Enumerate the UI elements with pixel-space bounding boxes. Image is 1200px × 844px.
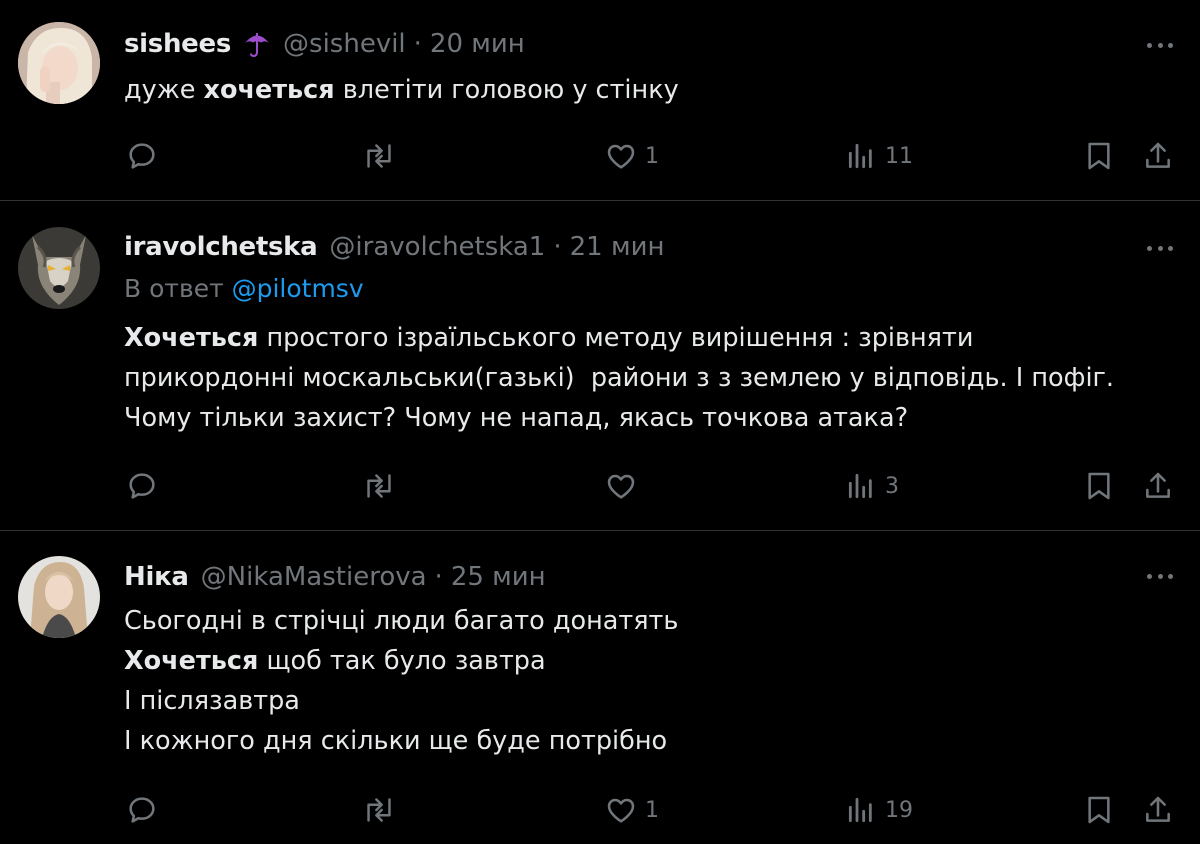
tweet-header: sishees @sishevil · 20 мин (124, 24, 525, 64)
reply-prefix: В ответ (124, 274, 232, 303)
reply-icon (129, 797, 155, 823)
tweet-text: дуже хочеться влетіти головою у стінку (124, 70, 679, 110)
reply-context: В ответ @pilotmsv (124, 274, 364, 303)
reply-button[interactable] (126, 464, 158, 508)
heart-icon (607, 474, 635, 499)
tweet-text: Хочеться простого ізраїльського методу в… (124, 318, 1114, 438)
like-button[interactable]: 1 (605, 134, 659, 178)
timestamp[interactable]: 20 мин (430, 29, 525, 59)
tweet-text-line: І кожного дня скільки ще буде потрібно (124, 721, 678, 761)
repost-icon (367, 798, 391, 822)
action-bar: 3 (0, 464, 1200, 508)
tweet-text: Сьогодні в стрічці люди багато донатять … (124, 601, 678, 761)
reply-icon (129, 143, 155, 169)
tweet[interactable]: iravolchetska @iravolchetska1 · 21 мин В… (0, 201, 1200, 530)
more-icon[interactable] (1142, 561, 1178, 591)
repost-button[interactable] (362, 464, 396, 508)
tweet[interactable]: Ніка @NikaMastierova · 25 мин Сьогодні в… (0, 531, 1200, 844)
tweet-header: Ніка @NikaMastierova · 25 мин (124, 557, 546, 597)
avatar[interactable] (18, 556, 100, 638)
action-bar: 1 19 (0, 788, 1200, 832)
text-part-bold: Хочеться (124, 323, 259, 353)
views-icon (848, 143, 872, 169)
user-handle[interactable]: @sishevil (283, 29, 406, 59)
like-button[interactable]: 1 (605, 788, 659, 832)
umbrella-icon (243, 30, 271, 58)
heart-icon (607, 144, 635, 169)
tweet-text-line: Хочеться простого ізраїльського методу в… (124, 318, 1114, 358)
bookmark-icon (1088, 796, 1110, 824)
like-count: 1 (645, 143, 659, 169)
user-handle[interactable]: @NikaMastierova (201, 562, 427, 592)
text-part: І кожного дня скільки ще буде потрібно (124, 726, 668, 756)
text-part: І післязавтра (124, 686, 300, 716)
views-icon (848, 797, 872, 823)
views-button[interactable]: 3 (845, 464, 899, 508)
text-part-bold: хочеться (203, 75, 335, 105)
bookmark-icon (1088, 472, 1110, 500)
timestamp[interactable]: 25 мин (451, 562, 546, 592)
reply-button[interactable] (126, 788, 158, 832)
tweet-text-line: І післязавтра (124, 681, 678, 721)
views-count: 11 (885, 143, 913, 169)
views-icon (848, 473, 872, 499)
text-part: щоб так було завтра (258, 646, 546, 676)
share-button[interactable] (1142, 464, 1174, 508)
text-part: Чому тільки захист? Чому не напад, якась… (124, 403, 909, 433)
share-icon (1146, 796, 1170, 822)
share-button[interactable] (1142, 788, 1174, 832)
tweet[interactable]: sishees @sishevil · 20 мин дуже хочеться… (0, 0, 1200, 200)
more-icon[interactable] (1142, 233, 1178, 263)
tweet-text-line: прикордонні москальськи(газькі) райони з… (124, 358, 1114, 398)
more-icon[interactable] (1142, 30, 1178, 60)
text-part: прикордонні москальськи(газькі) райони з… (124, 363, 1115, 393)
views-button[interactable]: 11 (845, 134, 913, 178)
separator-dot: · (553, 232, 562, 262)
views-count: 3 (885, 473, 899, 499)
tweet-text-line: Хочеться щоб так було завтра (124, 641, 678, 681)
bookmark-button[interactable] (1084, 464, 1114, 508)
share-button[interactable] (1142, 134, 1174, 178)
avatar[interactable] (18, 22, 100, 104)
user-handle[interactable]: @iravolchetska1 (329, 232, 545, 262)
display-name[interactable]: Ніка (124, 562, 189, 592)
share-icon (1146, 142, 1170, 168)
display-name[interactable]: sishees (124, 29, 231, 59)
views-count: 19 (885, 797, 913, 823)
timestamp[interactable]: 21 мин (570, 232, 665, 262)
action-bar: 1 11 (0, 134, 1200, 178)
repost-button[interactable] (362, 788, 396, 832)
like-button[interactable] (605, 464, 645, 508)
avatar[interactable] (18, 227, 100, 309)
bookmark-button[interactable] (1084, 788, 1114, 832)
repost-button[interactable] (362, 134, 396, 178)
views-button[interactable]: 19 (845, 788, 913, 832)
reply-mention-link[interactable]: @pilotmsv (232, 274, 364, 303)
repost-icon (367, 144, 391, 168)
reply-button[interactable] (126, 134, 158, 178)
separator-dot: · (434, 562, 443, 592)
reply-icon (129, 473, 155, 499)
repost-icon (367, 474, 391, 498)
like-count: 1 (645, 797, 659, 823)
tweet-header: iravolchetska @iravolchetska1 · 21 мин (124, 227, 664, 267)
heart-icon (607, 798, 635, 823)
text-part: дуже (124, 75, 204, 105)
text-part: простого ізраїльського методу вирішення … (258, 323, 974, 353)
tweet-text-line: Чому тільки захист? Чому не напад, якась… (124, 398, 1114, 438)
tweet-text-line: Сьогодні в стрічці люди багато донатять (124, 601, 678, 641)
bookmark-icon (1088, 142, 1110, 170)
bookmark-button[interactable] (1084, 134, 1114, 178)
tweet-text-line: дуже хочеться влетіти головою у стінку (124, 70, 679, 110)
share-icon (1146, 472, 1170, 498)
text-part: влетіти головою у стінку (334, 75, 679, 105)
text-part-bold: Хочеться (124, 646, 259, 676)
display-name[interactable]: iravolchetska (124, 232, 318, 262)
text-part: Сьогодні в стрічці люди багато донатять (124, 606, 679, 636)
separator-dot: · (413, 29, 422, 59)
